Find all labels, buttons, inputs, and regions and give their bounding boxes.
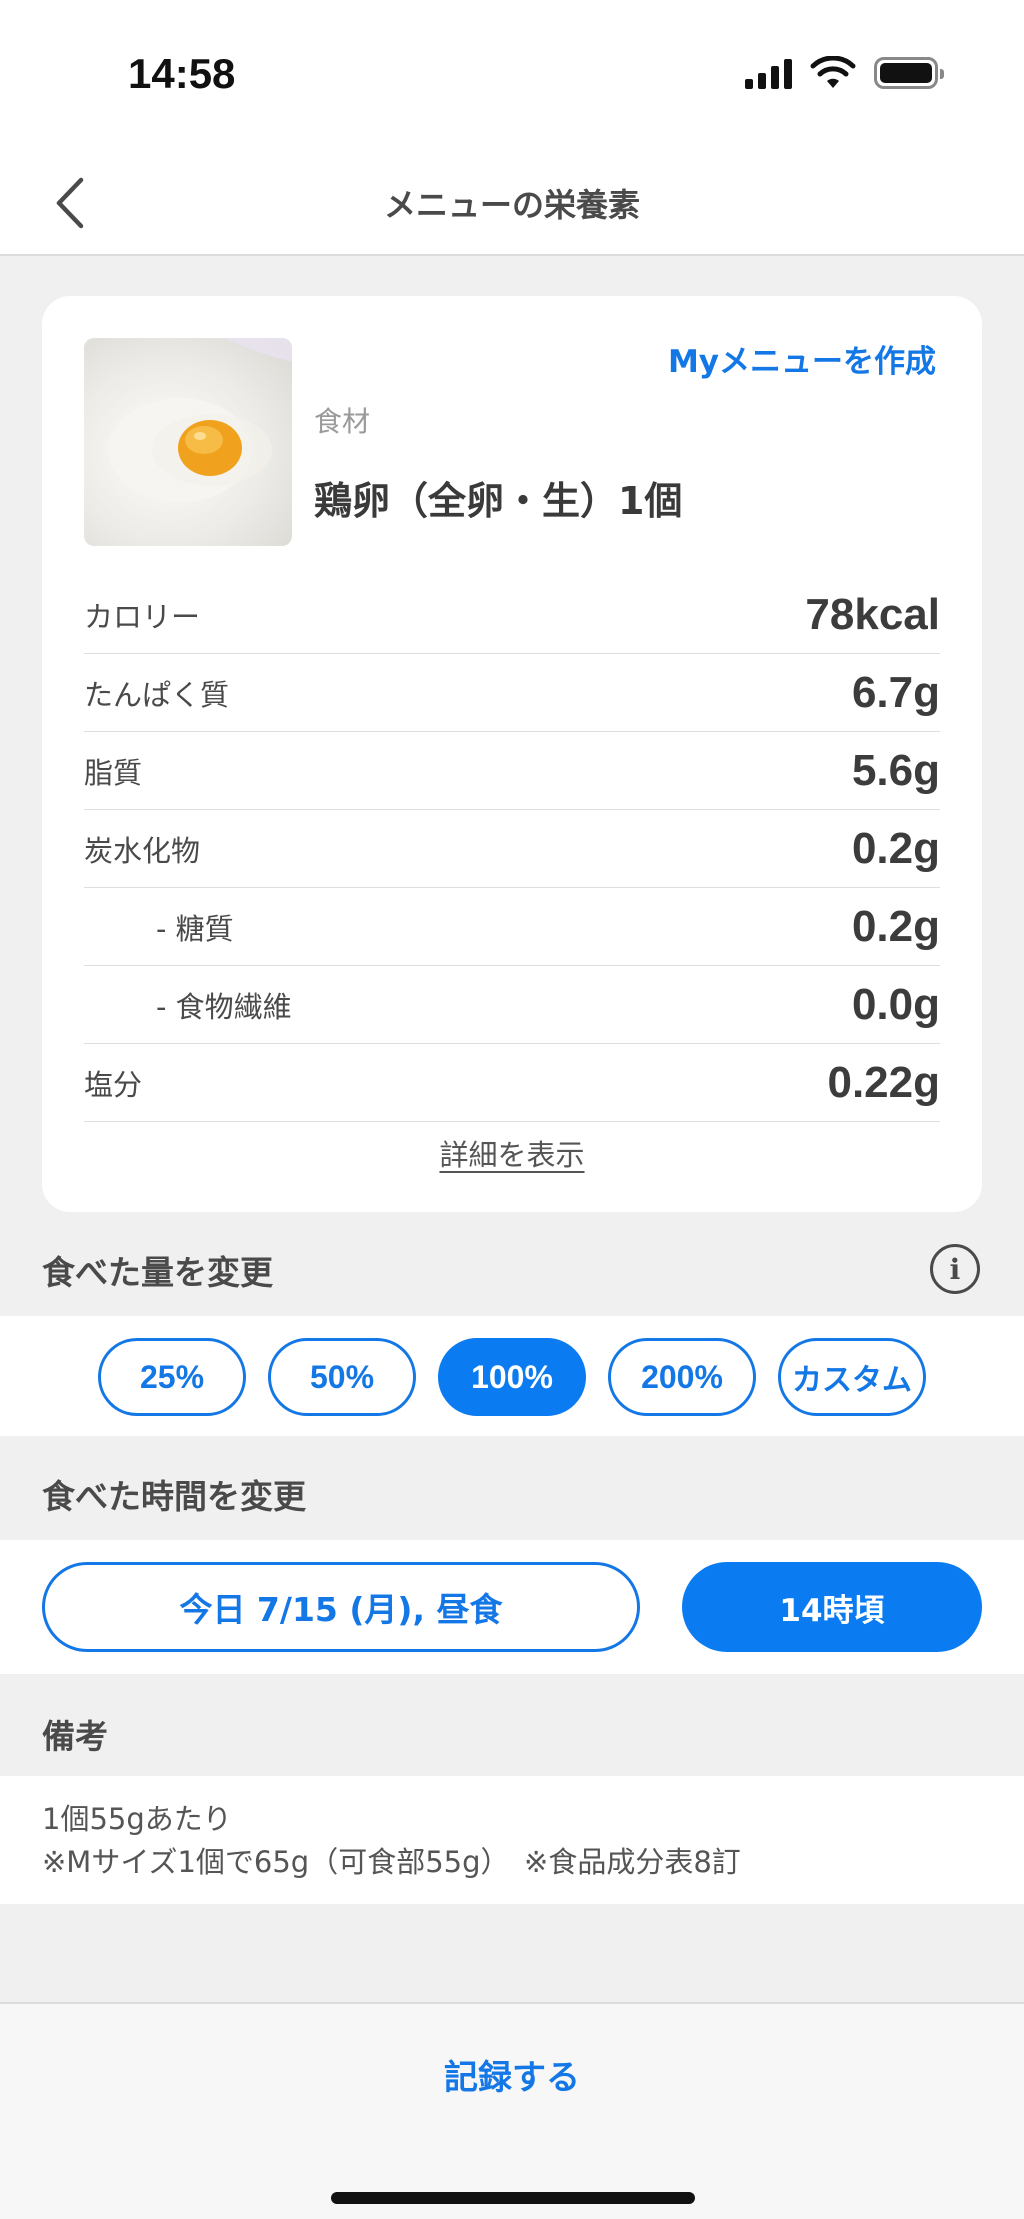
- time-section-header: 食べた時間を変更: [42, 1477, 306, 1516]
- time-button[interactable]: 14時頃: [682, 1562, 982, 1652]
- nutrient-label: たんぱく質: [84, 677, 230, 712]
- nutrient-row-salt: 塩分 0.22g: [84, 1044, 940, 1122]
- battery-icon: [874, 57, 944, 89]
- nutrient-value: 0.0g: [851, 979, 940, 1029]
- show-details-link[interactable]: 詳細を表示: [42, 1132, 982, 1174]
- nutrient-value: 78kcal: [805, 589, 940, 639]
- nutrient-row-protein: たんぱく質 6.7g: [84, 654, 940, 732]
- time-options: 今日 7/15 (月), 昼食 14時頃: [0, 1540, 1024, 1674]
- amount-options: 25% 50% 100% 200% カスタム: [0, 1316, 1024, 1436]
- nutrient-label: カロリー: [84, 599, 201, 634]
- food-name: 鶏卵（全卵・生）1個: [314, 479, 683, 523]
- amount-100-button[interactable]: 100%: [438, 1338, 586, 1416]
- bottom-bar: 記録する: [0, 2002, 1024, 2219]
- nutrient-value: 5.6g: [851, 745, 940, 795]
- food-category: 食材: [314, 405, 371, 438]
- nutrient-value: 0.2g: [851, 901, 940, 951]
- notes-text: 1個55gあたり ※Mサイズ1個で65g（可食部55g） ※食品成分表8訂: [42, 1798, 741, 1884]
- amount-custom-button[interactable]: カスタム: [778, 1338, 926, 1416]
- record-button[interactable]: 記録する: [0, 2050, 1024, 2099]
- nutrient-value: 0.22g: [827, 1057, 940, 1107]
- notes-line-1: 1個55gあたり: [42, 1802, 232, 1836]
- notes-section-header: 備考: [42, 1717, 108, 1756]
- info-icon[interactable]: i: [930, 1244, 980, 1294]
- nutrient-row-fiber: - 食物繊維 0.0g: [84, 966, 940, 1044]
- nutrient-row-fat: 脂質 5.6g: [84, 732, 940, 810]
- amount-200-button[interactable]: 200%: [608, 1338, 756, 1416]
- notes-box: 1個55gあたり ※Mサイズ1個で65g（可食部55g） ※食品成分表8訂: [0, 1776, 1024, 1904]
- home-indicator: [331, 2192, 695, 2204]
- nutrient-value: 6.7g: [851, 667, 940, 717]
- nutrient-row-carbohydrate: 炭水化物 0.2g: [84, 810, 940, 888]
- amount-25-button[interactable]: 25%: [98, 1338, 246, 1416]
- nutrient-list: カロリー 78kcal たんぱく質 6.7g 脂質 5.6g 炭水化物 0.2g…: [84, 576, 940, 1122]
- create-my-menu-link[interactable]: Myメニューを作成: [668, 336, 936, 381]
- status-bar: 14:58: [0, 0, 1024, 150]
- amount-section-header: 食べた量を変更: [42, 1253, 273, 1292]
- status-time: 14:58: [128, 50, 236, 97]
- amount-50-button[interactable]: 50%: [268, 1338, 416, 1416]
- date-meal-button[interactable]: 今日 7/15 (月), 昼食: [42, 1562, 640, 1652]
- notes-line-2: ※Mサイズ1個で65g（可食部55g） ※食品成分表8訂: [42, 1845, 741, 1879]
- navigation-bar: メニューの栄養素: [0, 150, 1024, 256]
- wifi-icon: [810, 56, 856, 88]
- nutrient-label: 炭水化物: [84, 833, 201, 868]
- page-title: メニューの栄養素: [383, 186, 640, 224]
- status-icons: [745, 56, 944, 90]
- nutrient-value: 0.2g: [851, 823, 940, 873]
- nutrient-label: - 糖質: [156, 911, 234, 946]
- nutrient-row-calories: カロリー 78kcal: [84, 576, 940, 654]
- food-photo: [84, 338, 292, 546]
- nutrient-label: 脂質: [84, 755, 143, 790]
- nutrient-row-sugar: - 糖質 0.2g: [84, 888, 940, 966]
- nutrient-label: - 食物繊維: [156, 989, 292, 1024]
- nutrient-label: 塩分: [84, 1067, 143, 1102]
- nutrition-card: Myメニューを作成 食材 鶏卵（全卵・生）1個 カロリー 78kcal たんぱく…: [42, 296, 982, 1212]
- signal-icon: [745, 57, 792, 89]
